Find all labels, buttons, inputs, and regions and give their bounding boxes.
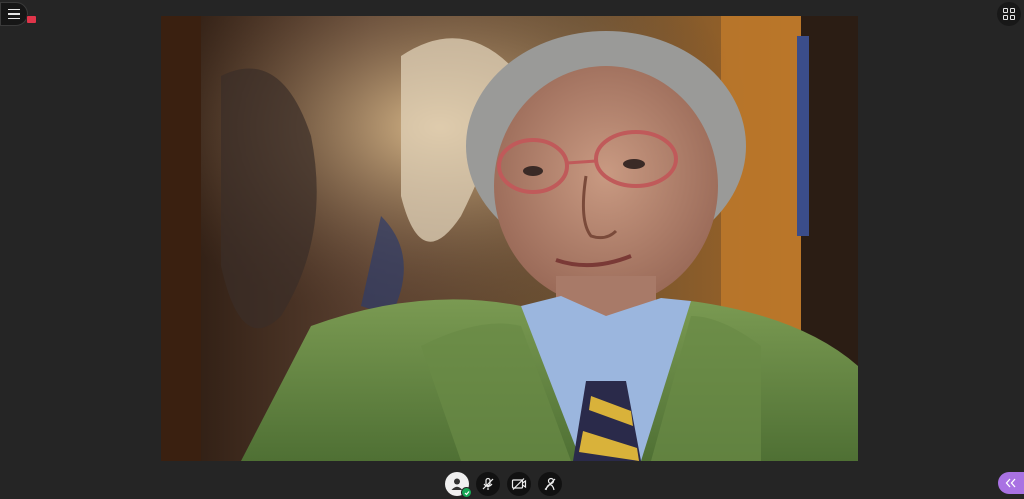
recording-indicator-icon: [26, 15, 37, 24]
mute-button[interactable]: [476, 472, 500, 496]
join-audio-button[interactable]: [445, 472, 472, 498]
camera-button[interactable]: [507, 472, 531, 496]
media-controls: [445, 472, 562, 498]
expand-side-panel-button[interactable]: [998, 472, 1024, 494]
connected-status-icon: [461, 487, 472, 498]
hamburger-menu-icon: [8, 8, 20, 20]
meeting-app: [0, 0, 1024, 499]
microphone-muted-icon: [482, 477, 494, 490]
grid-layout-icon: [1003, 8, 1015, 20]
menu-button[interactable]: [0, 2, 28, 26]
hand-raise-icon: [544, 477, 556, 491]
camera-off-icon: [511, 478, 527, 490]
webcam-video-feed[interactable]: [161, 16, 858, 461]
layout-button[interactable]: [997, 2, 1021, 26]
raise-hand-button[interactable]: [538, 472, 562, 496]
double-chevron-left-icon: [1005, 478, 1016, 488]
